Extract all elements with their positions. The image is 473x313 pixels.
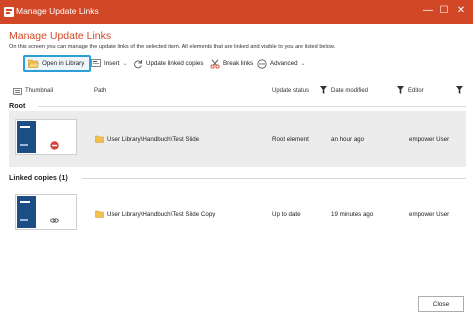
update-linked-copies-button[interactable]: Update linked copies [133,55,203,72]
refresh-icon [134,59,142,68]
column-header-path[interactable]: Path [94,86,106,96]
date-modified-cell: an hour ago [331,135,365,143]
scissors-icon [210,59,220,69]
column-header-editor-label: Editor [408,88,424,94]
open-in-library-label: Open in Library [42,60,85,67]
filter-icon[interactable] [320,86,327,94]
window-title: Manage Update Links [16,6,99,16]
maximize-button[interactable]: ☐ [437,4,451,18]
break-links-button[interactable]: Break links [210,55,253,72]
column-header-update-status-label: Update status [272,88,310,94]
advanced-button[interactable]: Advanced ⌄ [257,55,306,72]
path-cell: User Library\Handbuch\Test Slide Copy [95,186,215,242]
close-window-button[interactable]: ✕ [454,4,468,18]
date-modified-cell: 19 minutes ago [331,210,374,218]
chevron-down-icon: ⌄ [300,61,306,67]
slide-panel [17,121,36,153]
editor-cell: empower User [409,135,450,143]
open-folder-icon [28,59,39,68]
advanced-label: Advanced [270,60,298,67]
section-divider [38,106,466,107]
slide-title-bar [20,126,30,128]
break-links-label: Break links [223,60,254,67]
slide-subtitle-bar [20,219,28,221]
filter-icon[interactable] [397,86,404,94]
link-icon [50,218,59,223]
insert-label: Insert [104,60,120,67]
close-button[interactable]: Close [418,296,464,312]
table-row[interactable]: User Library\Handbuch\Test Slide Copy Up… [9,186,466,242]
slide-thumbnail [15,194,77,230]
table-row[interactable]: User Library\Handbuch\Test Slide Root el… [9,111,466,167]
minimize-button[interactable]: — [421,4,435,18]
editor-cell: empower User [409,210,450,218]
path-text[interactable]: User Library\Handbuch\Test Slide [107,136,199,143]
section-title-linked-copies: Linked copies (1) [9,173,68,182]
column-header-thumbnail[interactable]: Thumbnail [13,86,53,96]
column-header-update-status[interactable]: Update status [272,86,309,96]
path-text[interactable]: User Library\Handbuch\Test Slide Copy [107,211,215,218]
page-description: On this screen you can manage the update… [9,44,336,50]
section-title-root: Root [9,101,26,110]
path-cell: User Library\Handbuch\Test Slide [95,111,199,167]
column-header-path-label: Path [94,88,107,94]
column-header-thumbnail-label: Thumbnail [25,88,54,94]
section-divider [82,178,466,179]
update-linked-copies-label: Update linked copies [146,60,204,67]
slide-thumbnail [15,119,77,155]
toolbar: Open in Library Insert ⌄ Update linked c… [9,55,466,73]
insert-button[interactable]: Insert ⌄ [91,55,128,72]
slide-panel [17,196,36,228]
slide-title-bar [20,201,30,203]
slide-subtitle-bar [20,144,28,146]
insert-slide-icon [91,59,101,67]
window-titlebar: Manage Update Links — ☐ ✕ [0,0,473,24]
column-header-editor[interactable]: Editor [408,86,424,96]
update-status-cell: Root element [272,135,309,143]
chevron-down-icon: ⌄ [122,61,128,67]
folder-icon [95,135,104,143]
no-entry-icon [50,141,59,150]
app-logo-icon [4,7,14,17]
page-title: Manage Update Links [9,30,112,42]
open-in-library-button[interactable]: Open in Library [23,55,92,72]
filter-icon[interactable] [456,86,463,94]
update-status-cell: Up to date [272,210,301,218]
more-icon [257,58,267,69]
image-icon [13,87,22,95]
column-header-date-modified[interactable]: Date modified [331,86,368,96]
column-header-date-modified-label: Date modified [331,88,369,94]
folder-icon [95,210,104,218]
